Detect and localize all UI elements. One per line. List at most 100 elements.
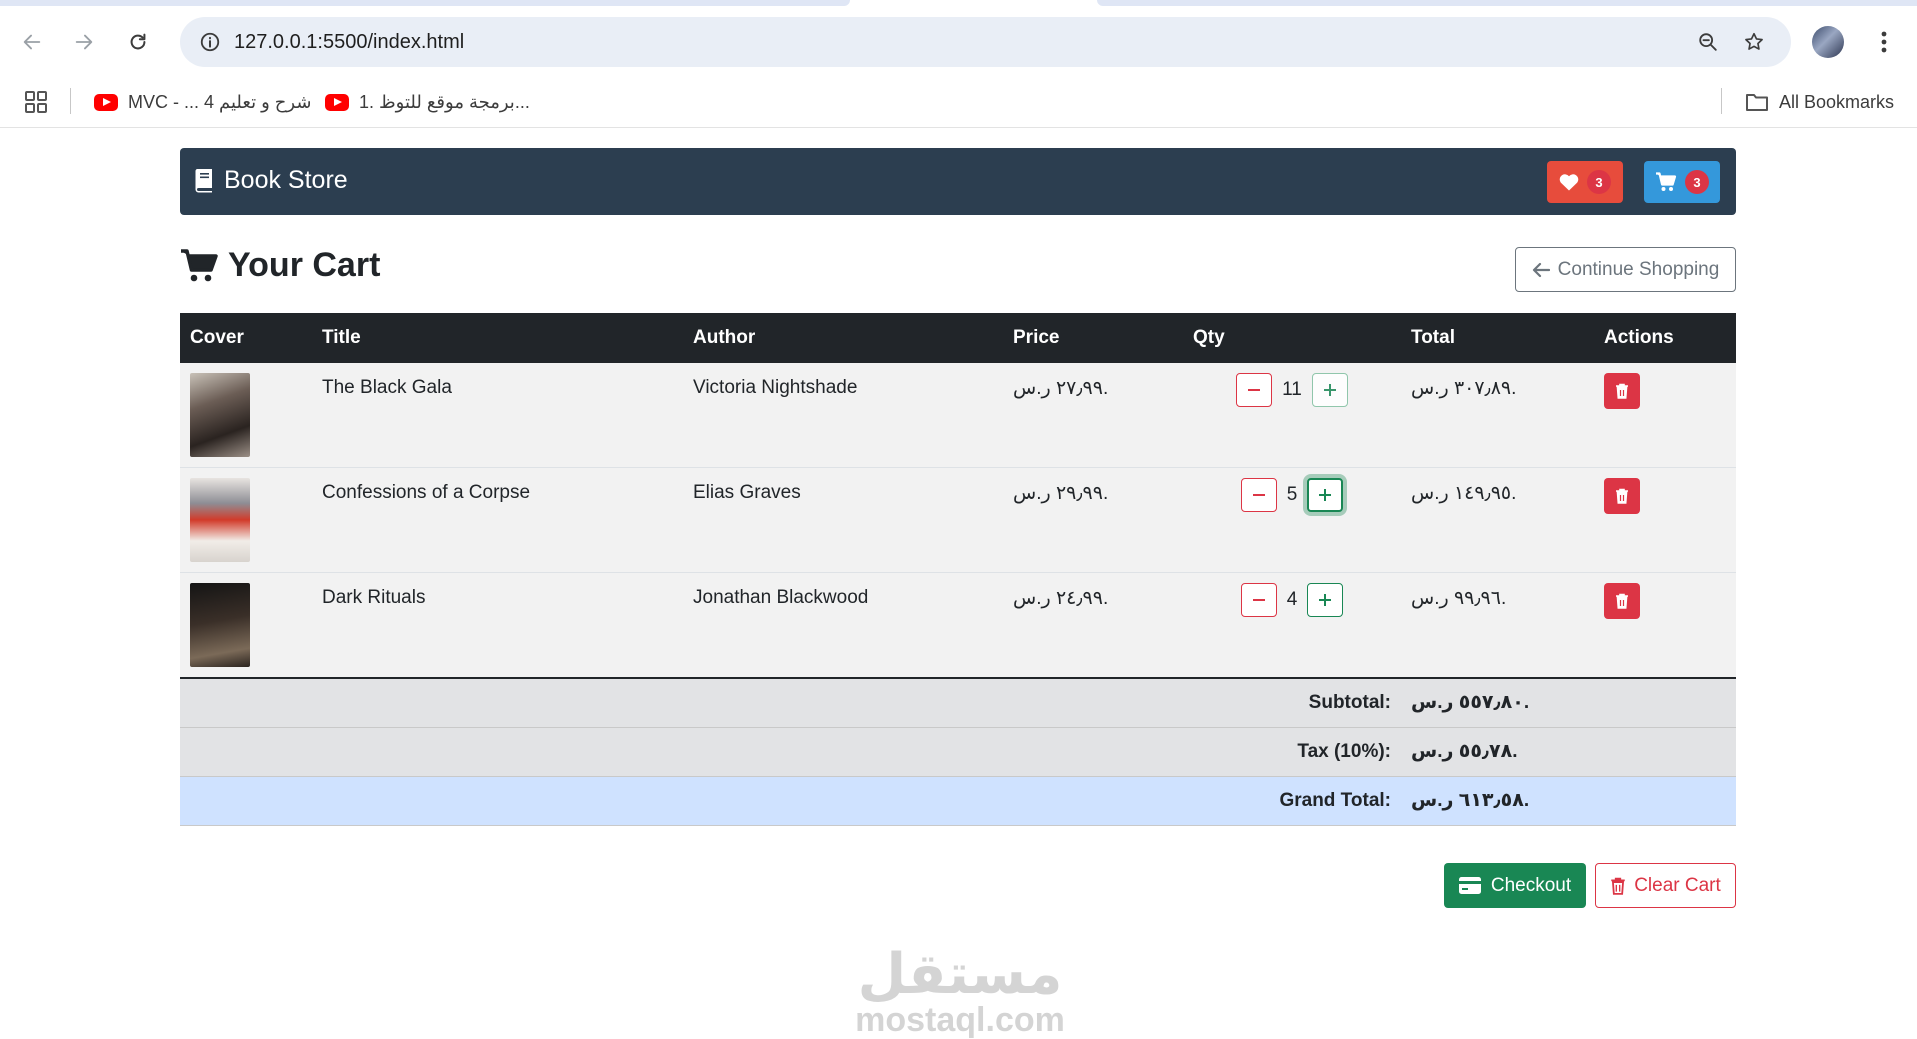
cart-count-badge: 3 [1685,170,1709,194]
qty-cell: 5 [1183,467,1401,573]
actions-cell [1594,467,1736,573]
arrow-right-icon [75,34,93,50]
title-cell: The Black Gala [312,363,683,468]
table-row: Confessions of a Corpse Elias Graves ٢٩٫… [180,467,1736,573]
cart-table: Cover Title Author Price Qty Total Actio… [180,313,1736,826]
book-author: Jonathan Blackwood [693,587,869,608]
browser-toolbar: 127.0.0.1:5500/index.html [0,6,1917,76]
forward-button[interactable] [64,22,104,62]
book-price: ٢٤٫٩٩ ر.س. [1013,588,1109,609]
plus-icon [1319,594,1332,606]
decrease-quantity-button[interactable] [1240,583,1277,617]
all-bookmarks-label: All Bookmarks [1779,91,1895,112]
back-button[interactable] [12,22,52,62]
reload-button[interactable] [118,22,158,62]
bookmark-item-1[interactable]: MVC - ... 4 شرح و تعليم [94,86,311,118]
arrow-left-icon [1532,262,1550,277]
cover-cell [180,467,312,573]
decrease-quantity-button[interactable] [1240,478,1277,512]
remove-item-button[interactable] [1604,373,1640,409]
total-cell: ٣٠٧٫٨٩ ر.س. [1401,363,1594,468]
price-cell: ٢٧٫٩٩ ر.س. [1003,363,1183,468]
bookmark-item-2[interactable]: 1. برمجة موقع للتوظ... [325,86,530,118]
table-header-row: Cover Title Author Price Qty Total Actio… [180,313,1736,363]
author-cell: Jonathan Blackwood [683,572,1003,679]
book-cover-image [190,583,250,667]
book-cover-image [190,478,250,562]
address-bar[interactable]: 127.0.0.1:5500/index.html [180,17,1791,67]
bookmarks-separator [70,88,71,114]
page-title: Your Cart [180,246,380,285]
continue-shopping-button[interactable]: Continue Shopping [1515,247,1736,292]
trash-icon [1616,488,1628,504]
column-header-price: Price [1003,313,1183,363]
browser-menu-icon[interactable] [1864,22,1904,62]
folder-icon [1746,94,1768,111]
quantity-value: 11 [1282,379,1302,400]
trash-icon [1616,593,1628,609]
zoom-icon[interactable] [1689,23,1727,61]
decrease-quantity-button[interactable] [1236,373,1273,407]
book-icon [195,169,212,193]
remove-item-button[interactable] [1604,583,1640,619]
url-text[interactable]: 127.0.0.1:5500/index.html [234,31,464,54]
book-title: The Black Gala [322,377,452,398]
column-header-title: Title [312,313,683,363]
bookmarks-separator [1721,88,1722,114]
book-title: Confessions of a Corpse [322,482,531,503]
bookmark-star-icon[interactable] [1735,23,1773,61]
trash-icon [1616,383,1628,399]
minus-icon [1252,599,1265,601]
grand-total-value: ٦١٣٫٥٨ ر.س. [1401,776,1736,826]
tax-row: Tax (10%): ٥٥٫٧٨ ر.س. [180,727,1736,777]
page-content: Book Store 3 3 Your Cart Continue Shoppi… [0,128,1917,1038]
apps-grid-icon[interactable] [22,88,50,116]
minus-icon [1252,494,1265,496]
watermark-arabic: مستقل [857,942,1063,1005]
quantity-stepper: 4 [1193,583,1391,617]
column-header-total: Total [1401,313,1594,363]
cover-cell [180,363,312,468]
column-header-qty: Qty [1183,313,1401,363]
quantity-stepper: 5 [1193,478,1391,512]
column-header-actions: Actions [1594,313,1736,363]
quantity-stepper: 11 [1193,373,1391,407]
checkout-label: Checkout [1490,874,1572,896]
site-info-icon[interactable] [190,22,230,62]
remove-item-button[interactable] [1604,478,1640,514]
increase-quantity-button[interactable] [1307,478,1344,512]
profile-avatar[interactable] [1812,26,1844,58]
trash-icon [1611,877,1625,895]
increase-quantity-button[interactable] [1311,373,1348,407]
plus-icon [1323,384,1336,396]
bookmark-label: MVC - ... 4 شرح و تعليم [128,91,312,112]
youtube-icon [94,93,118,111]
column-header-author: Author [683,313,1003,363]
page-title-text: Your Cart [228,246,381,284]
cover-cell [180,572,312,679]
title-cell: Confessions of a Corpse [312,467,683,573]
clear-cart-button[interactable]: Clear Cart [1595,863,1736,908]
store-navbar: Book Store 3 3 [180,148,1736,215]
favorites-count-badge: 3 [1587,170,1611,194]
brand-link[interactable]: Book Store [194,166,348,195]
all-bookmarks-button[interactable]: All Bookmarks [1745,86,1894,118]
author-cell: Elias Graves [683,467,1003,573]
table-row: The Black Gala Victoria Nightshade ٢٧٫٩٩… [180,363,1736,468]
book-price: ٢٧٫٩٩ ر.س. [1013,378,1109,399]
increase-quantity-button[interactable] [1307,583,1344,617]
subtotal-value: ٥٥٧٫٨٠ ر.س. [1401,677,1736,728]
checkout-button[interactable]: Checkout [1444,863,1586,908]
cart-button[interactable]: 3 [1644,161,1720,203]
tax-value: ٥٥٫٧٨ ر.س. [1401,727,1736,777]
bookmark-label: 1. برمجة موقع للتوظ... [359,91,530,112]
book-cover-image [190,373,250,457]
clear-cart-label: Clear Cart [1634,874,1721,896]
grand-total-row: Grand Total: ٦١٣٫٥٨ ر.س. [180,776,1736,826]
quantity-value: 5 [1286,484,1298,505]
credit-card-icon [1458,877,1481,894]
qty-cell: 11 [1183,363,1401,468]
brand-title: Book Store [224,166,348,194]
subtotal-label: Subtotal: [180,677,1401,728]
favorites-button[interactable]: 3 [1547,161,1623,203]
